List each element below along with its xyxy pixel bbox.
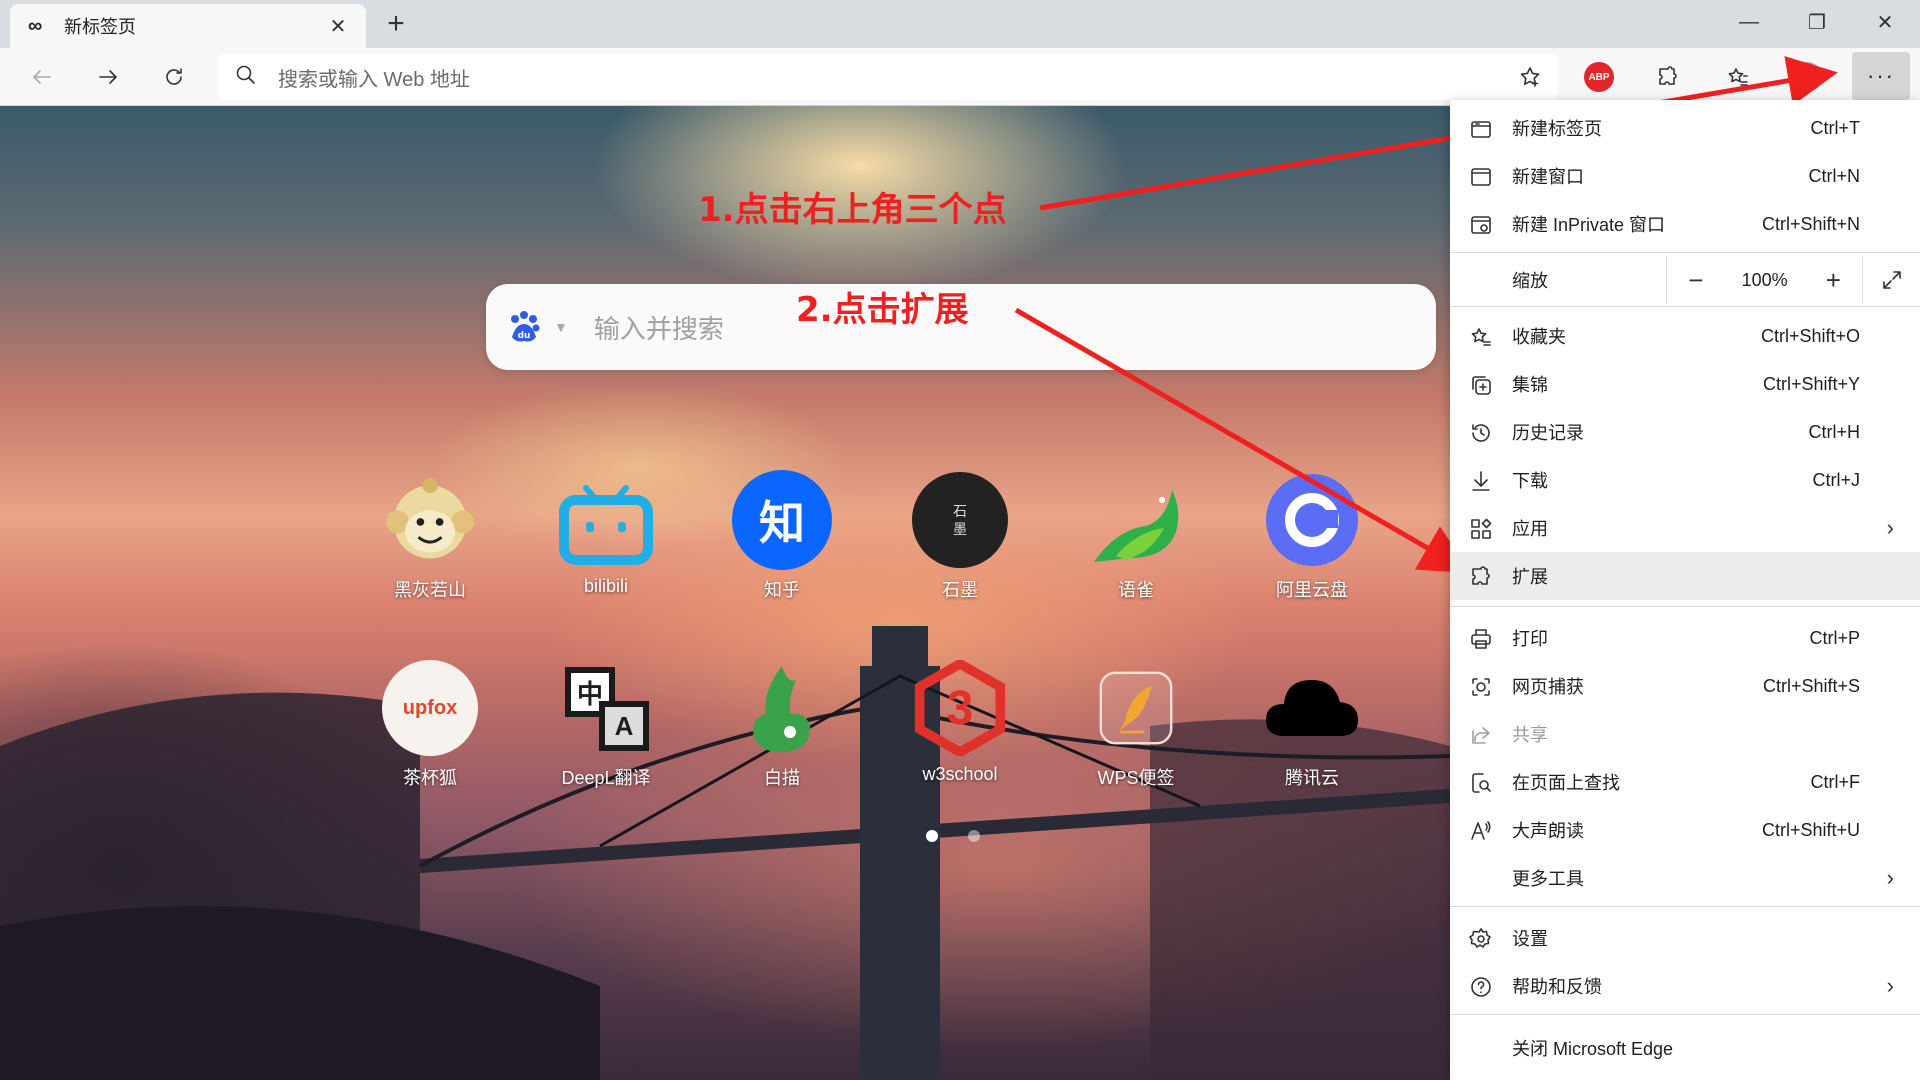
aliyun-drive-icon (1262, 470, 1362, 570)
page-dot[interactable] (926, 830, 938, 842)
zoom-level: 100% (1741, 269, 1788, 290)
menu-close-edge[interactable]: 关闭 Microsoft Edge (1450, 1024, 1920, 1072)
find-icon (1468, 770, 1494, 796)
window-icon (1468, 164, 1494, 190)
shortcut-baimiao[interactable]: 白描 (712, 658, 852, 790)
web-capture-icon (1468, 674, 1494, 700)
menu-more-tools[interactable]: 更多工具 › (1450, 854, 1920, 902)
restore-icon[interactable]: ❐ (1784, 0, 1850, 44)
menu-find-on-page[interactable]: 在页面上查找 Ctrl+F (1450, 758, 1920, 806)
shortcut-tencent-cloud[interactable]: 腾讯云 (1242, 658, 1382, 790)
baidu-icon[interactable]: du (502, 305, 546, 349)
menu-history[interactable]: 历史记录 Ctrl+H (1450, 408, 1920, 456)
refresh-icon[interactable] (154, 57, 194, 97)
wps-notes-icon (1086, 658, 1186, 758)
address-placeholder: 搜索或输入 Web 地址 (278, 68, 470, 91)
minimize-icon[interactable]: — (1716, 0, 1782, 44)
back-icon[interactable] (22, 57, 62, 97)
add-favorite-icon[interactable] (1510, 57, 1550, 97)
menu-apps[interactable]: 应用 › (1450, 504, 1920, 552)
fullscreen-icon[interactable] (1862, 256, 1920, 304)
w3school-icon: 3 (910, 658, 1010, 758)
svg-text:du: du (518, 331, 531, 341)
profile-avatar[interactable] (1792, 62, 1822, 92)
zoom-out-button[interactable]: − (1667, 256, 1725, 304)
settings-menu: 新建标签页 Ctrl+T 新建窗口 Ctrl+N 新建 InPrivate 窗口… (1450, 100, 1920, 1080)
monkey-icon (380, 470, 480, 570)
shortcut-bilibili[interactable]: bilibili (536, 470, 676, 597)
page-dot[interactable] (968, 830, 980, 842)
extensions-icon[interactable] (1648, 57, 1688, 97)
shortcut-yuque[interactable]: 语雀 (1066, 470, 1206, 602)
share-icon (1468, 722, 1494, 748)
download-icon (1468, 468, 1494, 494)
address-bar[interactable]: 搜索或输入 Web 地址 (218, 54, 1558, 100)
menu-new-window[interactable]: 新建窗口 Ctrl+N (1450, 152, 1920, 200)
new-tab-button[interactable]: + (378, 7, 414, 40)
adblock-plus-icon[interactable]: ABP (1584, 62, 1614, 92)
tab-title: 新标签页 (64, 17, 136, 37)
menu-print[interactable]: 打印 Ctrl+P (1450, 614, 1920, 662)
shimo-icon: 石 墨 (910, 470, 1010, 570)
tab-new-tab[interactable]: ∞ 新标签页 ✕ (10, 4, 366, 48)
chevron-right-icon: › (1886, 865, 1894, 890)
read-aloud-icon (1468, 818, 1494, 844)
close-tab-icon[interactable]: ✕ (324, 12, 352, 40)
chevron-down-icon[interactable]: ▼ (554, 319, 568, 335)
menu-web-capture[interactable]: 网页捕获 Ctrl+Shift+S (1450, 662, 1920, 710)
yuque-bird-icon (1086, 470, 1186, 570)
upfox-icon: upfox (380, 658, 480, 758)
search-icon (234, 63, 264, 92)
menu-new-tab[interactable]: 新建标签页 Ctrl+T (1450, 104, 1920, 152)
page-indicator (926, 830, 980, 842)
shortcut-zhihu[interactable]: 知 知乎 (712, 470, 852, 602)
annotation-step2: 2.点击扩展 (796, 290, 969, 330)
menu-share: 共享 (1450, 710, 1920, 758)
bilibili-icon (556, 470, 656, 570)
annotation-step1: 1.点击右上角三个点 (698, 190, 1007, 230)
forward-icon[interactable] (88, 57, 128, 97)
menu-zoom: 缩放 − 100% + (1450, 256, 1920, 304)
menu-read-aloud[interactable]: 大声朗读 Ctrl+Shift+U (1450, 806, 1920, 854)
history-icon (1468, 420, 1494, 446)
chevron-right-icon: › (1886, 973, 1894, 998)
apps-icon (1468, 516, 1494, 542)
new-tab-icon (1468, 116, 1494, 142)
menu-settings[interactable]: 设置 (1450, 914, 1920, 962)
baimiao-cat-icon (732, 658, 832, 758)
toolbar: 搜索或输入 Web 地址 ABP ··· (0, 48, 1920, 106)
search-input[interactable]: 输入并搜索 (594, 309, 724, 346)
shortcut-shimo[interactable]: 石 墨 石墨 (890, 470, 1030, 602)
shortcut-aliyun-drive[interactable]: 阿里云盘 (1242, 470, 1382, 602)
tab-bar: ∞ 新标签页 ✕ + — ❐ ✕ (0, 0, 1920, 48)
shortcut-wps-notes[interactable]: WPS便签 (1066, 658, 1206, 790)
gear-icon (1468, 926, 1494, 952)
menu-collections[interactable]: 集锦 Ctrl+Shift+Y (1450, 360, 1920, 408)
more-options-button[interactable]: ··· (1852, 52, 1910, 100)
menu-favorites[interactable]: 收藏夹 Ctrl+Shift+O (1450, 312, 1920, 360)
infinity-icon: ∞ (28, 14, 43, 37)
zoom-in-button[interactable]: + (1804, 256, 1862, 304)
zoom-controls: − 100% + (1666, 256, 1920, 304)
menu-downloads[interactable]: 下载 Ctrl+J (1450, 456, 1920, 504)
star-list-icon (1468, 324, 1494, 350)
print-icon (1468, 626, 1494, 652)
menu-new-inprivate[interactable]: 新建 InPrivate 窗口 Ctrl+Shift+N (1450, 200, 1920, 248)
zhihu-icon: 知 (732, 470, 832, 570)
puzzle-icon (1468, 564, 1494, 590)
help-icon (1468, 974, 1494, 1000)
inprivate-icon (1468, 212, 1494, 238)
shortcut-heihuiruoshan[interactable]: 黑灰若山 (360, 470, 500, 602)
shortcut-upfox[interactable]: upfox 茶杯狐 (360, 658, 500, 790)
favorites-icon[interactable] (1718, 57, 1758, 97)
chevron-right-icon: › (1886, 515, 1894, 540)
shortcut-w3school[interactable]: 3 w3school (890, 658, 1030, 785)
collections-icon (1468, 372, 1494, 398)
window-close-icon[interactable]: ✕ (1852, 0, 1918, 44)
cloud-icon (1262, 658, 1362, 758)
menu-extensions[interactable]: 扩展 (1450, 552, 1920, 600)
shortcut-deepl[interactable]: 中 A DeepL翻译 (536, 658, 676, 790)
menu-help-feedback[interactable]: 帮助和反馈 › (1450, 962, 1920, 1010)
translate-icon: 中 A (556, 658, 656, 758)
